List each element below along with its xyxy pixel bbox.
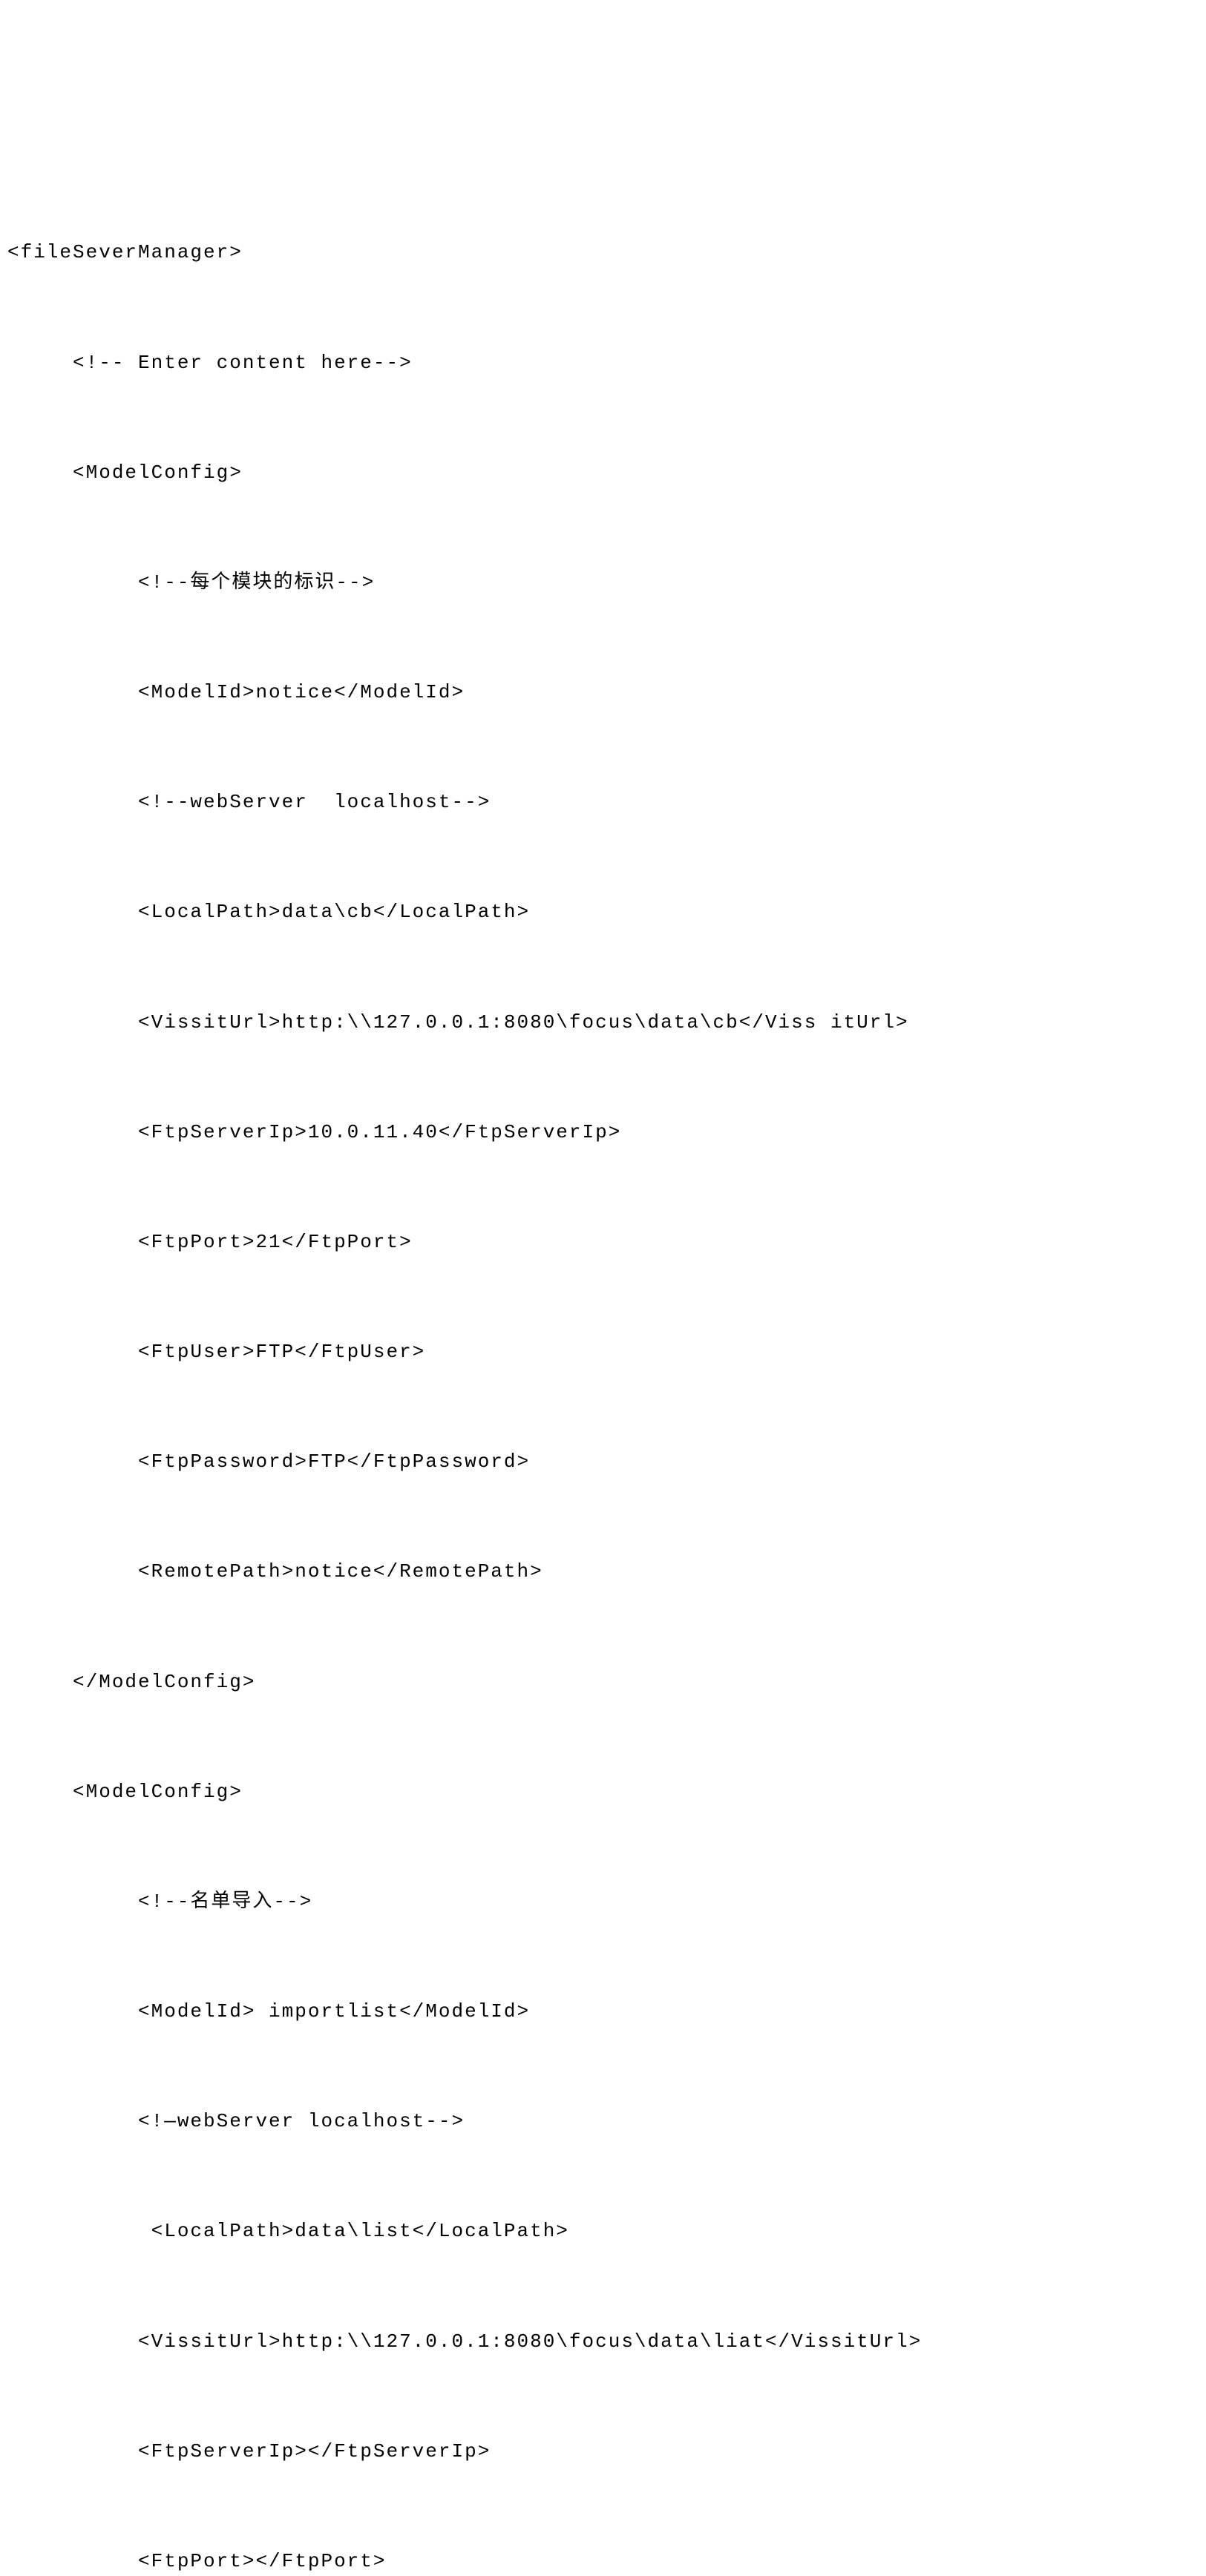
code-line: <ModelConfig> (7, 1774, 1206, 1810)
xml-code-block: <fileSeverManager> <!-- Enter content he… (7, 162, 1206, 2576)
code-line: <FtpPort></FtpPort> (7, 2543, 1206, 2576)
code-line: <FtpUser>FTP</FtpUser> (7, 1334, 1206, 1370)
code-line: </ModelConfig> (7, 1664, 1206, 1701)
code-line: <fileSeverManager> (7, 234, 1206, 271)
code-line: <RemotePath>notice</RemotePath> (7, 1554, 1206, 1590)
code-line: <FtpPassword>FTP</FtpPassword> (7, 1444, 1206, 1480)
code-line: <!--webServer localhost--> (7, 784, 1206, 821)
code-line: <FtpPort>21</FtpPort> (7, 1224, 1206, 1261)
code-line: <!-- Enter content here--> (7, 345, 1206, 381)
code-line: <FtpServerIp>10.0.11.40</FtpServerIp> (7, 1114, 1206, 1151)
code-line: <ModelId> importlist</ModelId> (7, 1994, 1206, 2030)
code-line: <!--每个模块的标识--> (7, 565, 1206, 601)
code-line: <LocalPath>data\list</LocalPath> (7, 2213, 1206, 2250)
code-line: <VissitUrl>http:\\127.0.0.1:8080\focus\d… (7, 1005, 1206, 1041)
code-line: <ModelConfig> (7, 455, 1206, 491)
code-line: <!—webServer localhost--> (7, 2103, 1206, 2140)
code-line: <VissitUrl>http:\\127.0.0.1:8080\focus\d… (7, 2324, 1206, 2360)
code-line: <FtpServerIp></FtpServerIp> (7, 2434, 1206, 2470)
code-line: <LocalPath>data\cb</LocalPath> (7, 894, 1206, 930)
code-line: <!--名单导入--> (7, 1884, 1206, 1920)
code-line: <ModelId>notice</ModelId> (7, 674, 1206, 711)
